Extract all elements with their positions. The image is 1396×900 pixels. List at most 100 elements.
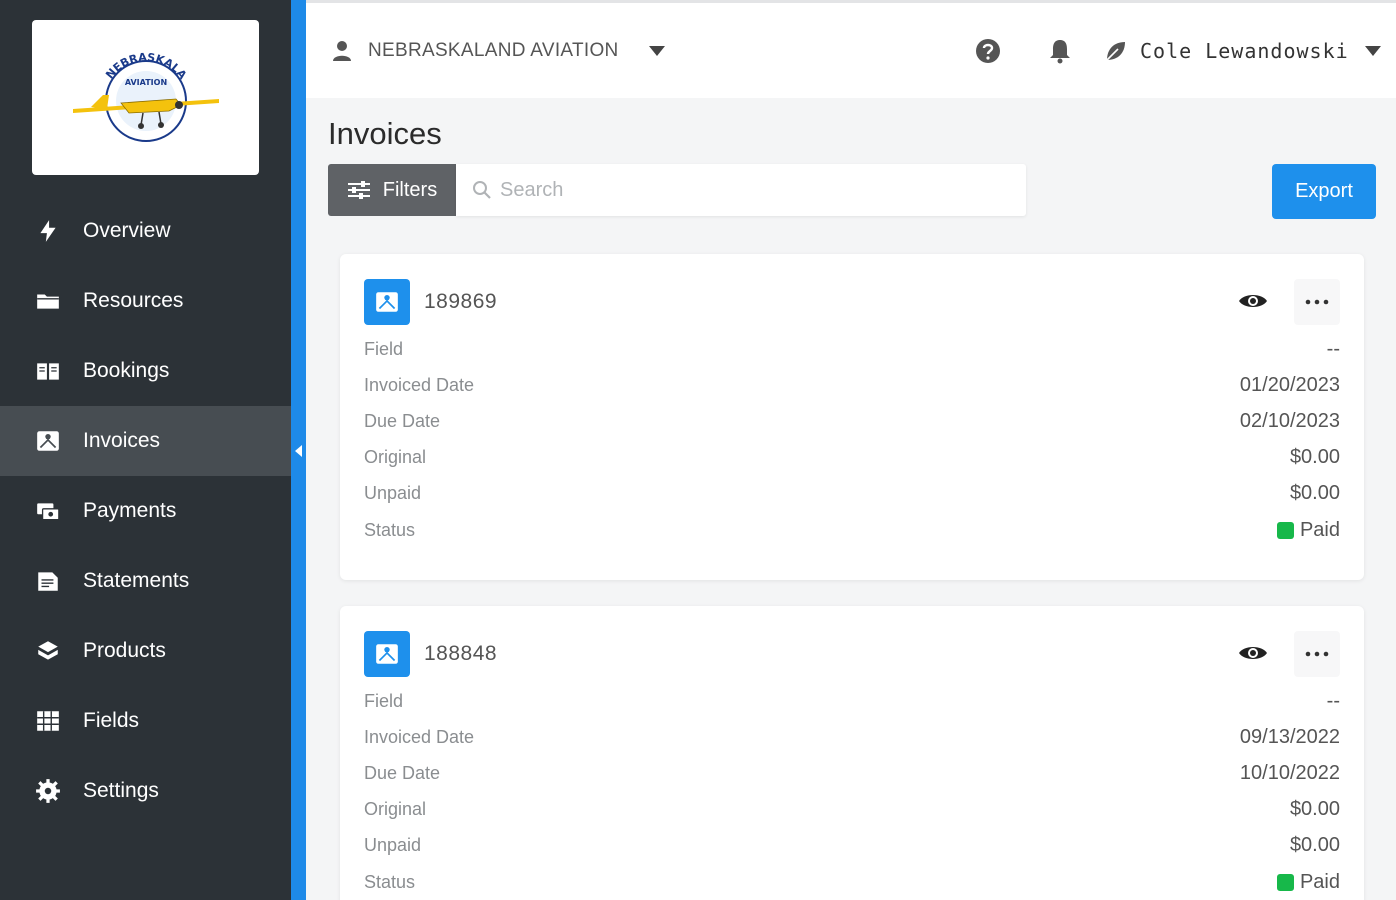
view-invoice-button[interactable] xyxy=(1236,286,1270,316)
field-label: Field xyxy=(364,338,404,359)
invoiced-date-row: Invoiced Date 01/20/2023 xyxy=(364,370,1340,400)
chevron-down-icon xyxy=(648,46,665,56)
unpaid-row: Unpaid $0.00 xyxy=(364,478,1340,508)
sidebar-item-overview[interactable]: Overview xyxy=(0,196,291,266)
sidebar-item-bookings[interactable]: Bookings xyxy=(0,336,291,406)
unpaid-label: Unpaid xyxy=(364,482,422,503)
original-row: Original $0.00 xyxy=(364,442,1340,472)
sidebar-item-payments[interactable]: Payments xyxy=(0,476,291,546)
filters-button[interactable]: Filters xyxy=(328,164,456,216)
more-options-button[interactable] xyxy=(1294,631,1340,677)
leaf-icon xyxy=(1106,42,1125,61)
search-input[interactable] xyxy=(500,178,1000,202)
help-button[interactable] xyxy=(974,37,1002,65)
invoice-card: 189869 Field -- Invoiced Date 01/20/2023… xyxy=(340,254,1364,580)
status-row: Status Paid xyxy=(364,867,1340,897)
organization-name: NEBRASKALAND AVIATION xyxy=(368,40,619,61)
due-date-value: 10/10/2022 xyxy=(1239,761,1340,784)
sidebar-item-label: Overview xyxy=(83,219,171,242)
top-bar: NEBRASKALAND AVIATION Cole Lewandowski xyxy=(306,0,1396,98)
sidebar-item-label: Fields xyxy=(83,709,140,732)
invoice-number[interactable]: 189869 xyxy=(424,290,497,314)
status-paid-icon xyxy=(1276,873,1294,891)
book-icon xyxy=(33,356,63,386)
logo-graphic: NEBRASKALAND AVIATION xyxy=(51,33,219,142)
svg-text:AVIATION: AVIATION xyxy=(124,78,166,87)
sidebar-item-invoices[interactable]: Invoices xyxy=(0,406,291,476)
sidebar-item-label: Statements xyxy=(83,569,190,592)
status-label: Status xyxy=(364,519,416,540)
unpaid-value: $0.00 xyxy=(1289,833,1340,856)
sidebar-item-resources[interactable]: Resources xyxy=(0,266,291,336)
invoice-icon xyxy=(364,631,410,677)
search-box xyxy=(456,164,1026,216)
field-value: -- xyxy=(1326,689,1340,712)
more-options-button[interactable] xyxy=(1294,279,1340,325)
sidebar-item-label: Payments xyxy=(83,499,177,522)
invoiced-date-label: Invoiced Date xyxy=(364,374,475,395)
sidebar-item-label: Invoices xyxy=(83,429,161,452)
export-button[interactable]: Export xyxy=(1272,164,1376,219)
help-icon xyxy=(976,39,1000,63)
status-row: Status Paid xyxy=(364,515,1340,545)
chevron-left-icon xyxy=(295,445,302,457)
invoiced-date-value: 01/20/2023 xyxy=(1239,373,1340,396)
bell-icon xyxy=(1050,40,1070,64)
invoice-card: 188848 Field -- Invoiced Date 09/13/2022… xyxy=(340,606,1364,900)
fields-icon xyxy=(33,706,63,736)
user-icon xyxy=(333,41,351,61)
sidebar-item-label: Resources xyxy=(83,289,184,312)
svg-text:NEBRASKALAND: NEBRASKALAND xyxy=(51,33,189,82)
invoiced-date-label: Invoiced Date xyxy=(364,726,475,747)
company-logo[interactable]: NEBRASKALAND AVIATION xyxy=(32,20,259,175)
invoice-icon xyxy=(364,279,410,325)
sidebar-item-settings[interactable]: Settings xyxy=(0,756,291,826)
due-date-row: Due Date 10/10/2022 xyxy=(364,758,1340,788)
page-title: Invoices xyxy=(328,116,442,151)
due-date-value: 02/10/2023 xyxy=(1239,409,1340,432)
invoice-icon xyxy=(33,426,63,456)
invoiced-date-row: Invoiced Date 09/13/2022 xyxy=(364,722,1340,752)
invoiced-date-value: 09/13/2022 xyxy=(1239,725,1340,748)
payments-icon xyxy=(33,496,63,526)
folder-icon xyxy=(33,286,63,316)
field-label: Field xyxy=(364,690,404,711)
invoice-number[interactable]: 188848 xyxy=(424,642,497,666)
search-icon xyxy=(473,181,491,199)
sidebar-item-label: Settings xyxy=(83,779,159,802)
sidebar-item-products[interactable]: Products xyxy=(0,616,291,686)
view-invoice-button[interactable] xyxy=(1236,638,1270,668)
status-label: Status xyxy=(364,871,416,892)
unpaid-value: $0.00 xyxy=(1289,481,1340,504)
sidebar-item-statements[interactable]: Statements xyxy=(0,546,291,616)
bolt-icon xyxy=(33,216,63,246)
sidebar-item-fields[interactable]: Fields xyxy=(0,686,291,756)
ellipsis-icon xyxy=(1305,651,1329,657)
original-label: Original xyxy=(364,446,427,467)
sidebar-item-label: Products xyxy=(83,639,166,662)
due-date-row: Due Date 02/10/2023 xyxy=(364,406,1340,436)
notifications-button[interactable] xyxy=(1046,37,1074,65)
original-value: $0.00 xyxy=(1289,797,1340,820)
eye-icon xyxy=(1239,647,1267,659)
status-value: Paid xyxy=(1299,870,1340,893)
original-label: Original xyxy=(364,798,427,819)
unpaid-label: Unpaid xyxy=(364,834,422,855)
field-row: Field -- xyxy=(364,334,1340,364)
user-name: Cole Lewandowski xyxy=(1140,39,1349,63)
filters-label: Filters xyxy=(382,178,438,201)
statement-icon xyxy=(33,566,63,596)
organization-selector[interactable]: NEBRASKALAND AVIATION xyxy=(332,33,665,69)
unpaid-row: Unpaid $0.00 xyxy=(364,830,1340,860)
gear-icon xyxy=(33,776,63,806)
products-icon xyxy=(33,636,63,666)
sidebar-item-label: Bookings xyxy=(83,359,170,382)
field-value: -- xyxy=(1326,337,1340,360)
sidebar-collapse-toggle[interactable] xyxy=(294,443,304,459)
original-value: $0.00 xyxy=(1289,445,1340,468)
due-date-label: Due Date xyxy=(364,762,441,783)
due-date-label: Due Date xyxy=(364,410,441,431)
status-paid-icon xyxy=(1276,521,1294,539)
user-menu[interactable]: Cole Lewandowski xyxy=(1104,33,1381,69)
ellipsis-icon xyxy=(1305,299,1329,305)
